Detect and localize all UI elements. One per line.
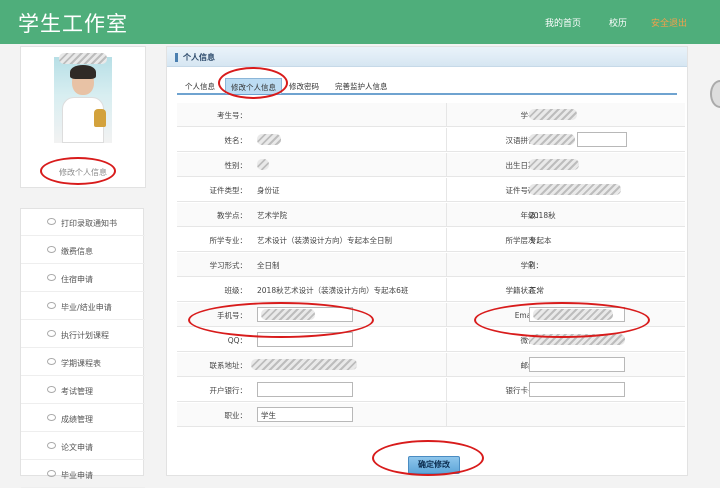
nav-logout[interactable]: 安全退出 (651, 16, 687, 29)
link-icon (47, 302, 56, 309)
sidebar-item-payment[interactable]: 缴费信息 (21, 237, 145, 264)
form-row: 所学专业： 艺术设计（装潢设计方向）专起本全日制 所学层次： 专起本 (177, 228, 685, 252)
occupation-input[interactable]: 学生 (257, 407, 353, 422)
enrollment-status-value: 正常 (529, 286, 544, 295)
link-icon (47, 442, 56, 449)
study-mode-value: 全日制 (257, 261, 280, 270)
bank-input[interactable] (257, 382, 353, 397)
sidebar-menu: 打印录取通知书 缴费信息 住宿申请 毕业/结业申请 执行计划课程 学期课程表 考… (20, 208, 145, 488)
class-label: 班级： (224, 286, 248, 295)
form-row: 考生号： 学号： (177, 103, 685, 127)
panel-title-bar: 个人信息 (167, 47, 687, 67)
address-label: 联系地址： (209, 361, 248, 370)
nav-home[interactable]: 我的首页 (545, 16, 581, 29)
link-icon (47, 246, 56, 253)
major-label: 所学专业： (209, 236, 248, 245)
program-length-value: 2 (529, 260, 534, 269)
sidebar-item-graduation-completion[interactable]: 毕业/结业申请 (21, 293, 145, 320)
sidebar-item-thesis[interactable]: 论文申请 (21, 433, 145, 460)
class-value: 2018秋艺术设计（装潢设计方向）专起本6班 (257, 286, 409, 295)
tab-guardian-info[interactable]: 完善监护人信息 (335, 81, 388, 92)
highlight-oval (474, 302, 650, 338)
link-icon (47, 386, 56, 393)
sidebar-item-housing[interactable]: 住宿申请 (21, 265, 145, 292)
sidebar-item-print-admission[interactable]: 打印录取通知书 (21, 209, 145, 236)
tab-personal-info[interactable]: 个人信息 (185, 81, 215, 92)
form-row: 教学点： 艺术学院 年级： 2018秋 (177, 203, 685, 227)
study-mode-label: 学习形式： (209, 261, 248, 270)
link-icon (47, 358, 56, 365)
bank-label: 开户银行： (209, 386, 248, 395)
link-icon (47, 330, 56, 337)
highlight-oval (218, 67, 288, 99)
link-icon (47, 414, 56, 421)
id-type-value: 身份证 (257, 186, 280, 195)
form-row: 姓名： 汉语拼音： (177, 128, 685, 152)
highlight-oval (40, 157, 116, 185)
grade-value: 2018秋 (529, 211, 556, 220)
gender-redacted (257, 159, 269, 170)
card-no-input[interactable] (529, 382, 625, 397)
app-logo: 学生工作室 (18, 12, 128, 36)
sidebar-item-graduation[interactable]: 毕业申请 (21, 461, 145, 488)
form-row: 联系地址： 邮编： (177, 353, 685, 377)
pinyin-input[interactable] (577, 132, 627, 147)
tab-change-password[interactable]: 修改密码 (289, 81, 319, 92)
form-row: 开户银行： 银行卡号： (177, 378, 685, 402)
major-value: 艺术设计（装潢设计方向）专起本全日制 (257, 236, 392, 245)
student-name-redacted (59, 53, 107, 64)
highlight-oval (188, 302, 374, 338)
sidebar-item-timetable[interactable]: 学期课程表 (21, 349, 145, 376)
top-header: 学生工作室 我的首页 校历 安全退出 (0, 0, 720, 44)
highlight-oval (372, 440, 484, 476)
center-label: 教学点： (217, 211, 247, 220)
name-redacted (257, 134, 281, 145)
form-row: 证件类型： 身份证 证件号码： (177, 178, 685, 202)
nav-calendar[interactable]: 校历 (609, 16, 627, 29)
sidebar-item-plan-courses[interactable]: 执行计划课程 (21, 321, 145, 348)
form-row: 学习形式： 全日制 学制： 2 (177, 253, 685, 277)
panel-title: 个人信息 (183, 53, 215, 62)
student-photo (54, 57, 112, 143)
link-icon (47, 274, 56, 281)
title-marker (175, 53, 178, 62)
sidebar-item-exams[interactable]: 考试管理 (21, 377, 145, 404)
gender-label: 性别： (224, 161, 248, 170)
level-value: 专起本 (529, 236, 552, 245)
student-no-redacted (529, 109, 577, 120)
id-type-label: 证件类型： (209, 186, 248, 195)
sidebar-item-grades[interactable]: 成绩管理 (21, 405, 145, 432)
pinyin-redacted (529, 134, 575, 145)
form-row: 职业： 学生 (177, 403, 685, 427)
link-icon (47, 218, 56, 225)
address-redacted (251, 359, 357, 370)
center-value: 艺术学院 (257, 211, 287, 220)
edge-circle-decoration (710, 80, 720, 108)
main-panel: 个人信息 个人信息 修改个人信息 修改密码 完善监护人信息 考生号： 学号： 姓… (166, 46, 688, 476)
qq-label: QQ： (227, 336, 247, 345)
id-no-redacted (529, 184, 621, 195)
occupation-label: 职业： (224, 411, 248, 420)
form-row: 性别： 出生日期： (177, 153, 685, 177)
name-label: 姓名： (224, 136, 248, 145)
exam-no-label: 考生号： (217, 111, 247, 120)
birth-date-redacted (529, 159, 579, 170)
postcode-input[interactable] (529, 357, 625, 372)
form-row: 班级： 2018秋艺术设计（装潢设计方向）专起本6班 学籍状态： 正常 (177, 278, 685, 302)
